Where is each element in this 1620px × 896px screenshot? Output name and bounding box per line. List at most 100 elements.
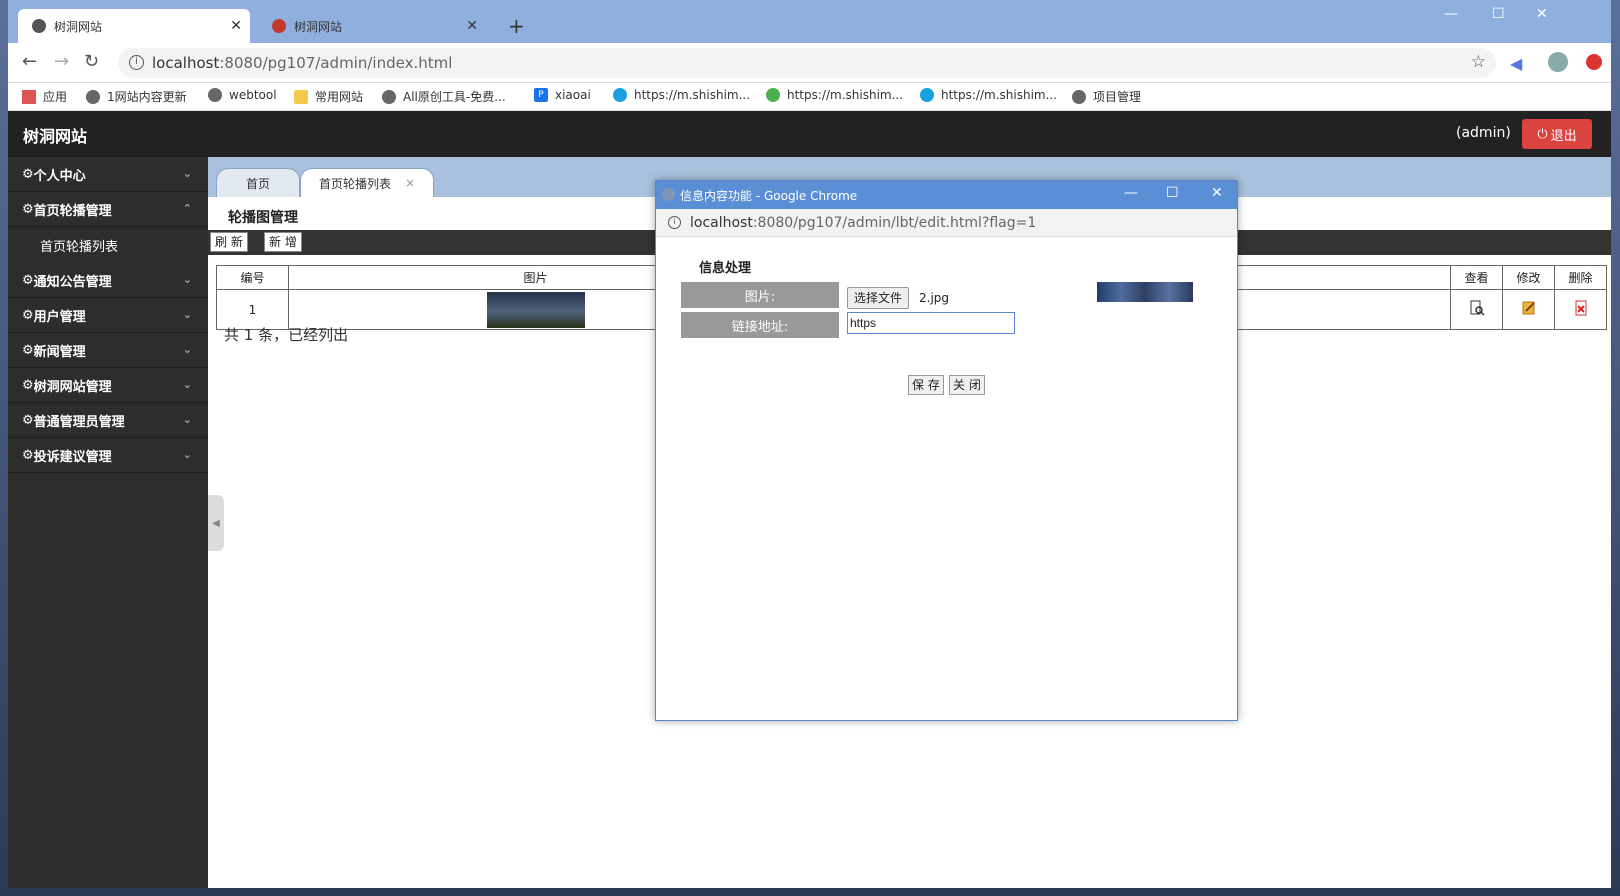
sidebar-group-label: 树洞网站管理 [33,379,112,395]
chevron-down-icon: ⌄ [182,378,192,391]
browser-tab-1[interactable]: 树洞网站 ✕ [18,9,250,43]
view-cell [1450,289,1503,330]
sidebar-group-complaints[interactable]: ⚙ 投诉建议管理 ⌄ [8,438,208,473]
column-header: 删除 [1554,265,1607,290]
maximize-icon[interactable]: ☐ [1492,6,1505,22]
folder-icon [294,89,308,104]
bookmark-label: https://m.shishim... [787,88,904,102]
close-icon[interactable]: × [405,176,415,190]
chevron-down-icon: ⌄ [182,167,192,180]
site-logo[interactable]: 树洞网站 [23,123,87,147]
sidebar-group-profile[interactable]: ⚙ 个人中心 ⌄ [8,157,208,192]
info-icon[interactable]: i [129,55,144,70]
edit-icon[interactable] [1521,300,1537,316]
sidebar-group-treehole[interactable]: ⚙ 树洞网站管理 ⌄ [8,368,208,403]
sidebar-toggle[interactable]: ◀ [208,495,224,551]
view-icon[interactable] [1469,300,1485,316]
url-field[interactable]: i localhost:8080/pg107/admin/index.html … [118,48,1496,78]
chevron-left-icon: ◀ [212,517,220,529]
update-icon[interactable] [1586,54,1602,70]
close-icon[interactable]: ✕ [230,18,242,34]
bookmark-item[interactable]: 项目管理 [1072,88,1141,105]
current-user: (admin) [1456,125,1511,141]
bookmark-item[interactable]: https://m.shishim... [920,88,1057,102]
sidebar-group-label: 投诉建议管理 [33,449,112,465]
sidebar-item-carousel-list[interactable]: 首页轮播列表 [8,227,208,263]
tab-label: 首页 [245,176,270,191]
maximize-icon[interactable]: ☐ [1166,185,1179,201]
window-close-icon[interactable]: ✕ [1211,185,1223,201]
bookmark-folder[interactable]: 常用网站 [294,88,363,105]
info-icon[interactable]: i [668,216,681,229]
form-heading: 信息处理 [699,261,752,276]
save-button[interactable]: 保 存 [908,375,944,395]
popup-title-bar: 信息内容功能 - Google Chrome — ☐ ✕ [656,181,1237,209]
minimize-icon[interactable]: — [1124,185,1138,201]
sidebar: ⚙ 个人中心 ⌄ ⚙ 首页轮播管理 ⌃ 首页轮播列表 ⚙ 通知公告管理 ⌄ ⚙ 用户管理 ⌄ ⚙… [8,157,208,888]
sidebar-item-label: 首页轮播列表 [40,239,119,255]
bookmark-label: 1网站内容更新 [107,90,187,104]
site-icon [272,19,286,33]
page-title: 轮播图管理 [228,210,298,226]
bookmark-label: xiaoai [555,88,591,102]
reload-icon[interactable]: ↻ [84,51,99,72]
bookmark-label: 应用 [43,90,68,104]
desktop: 树洞网站 ✕ 树洞网站 ✕ + — ☐ ✕ ← → ↻ i localhost:… [0,0,1620,896]
bookmark-item[interactable]: webtool [208,88,277,102]
sidebar-group-news[interactable]: ⚙ 新闻管理 ⌄ [8,333,208,368]
globe-icon [382,89,396,104]
sidebar-group-label: 个人中心 [33,168,86,184]
extension-icon[interactable]: ◀ [1510,54,1522,73]
back-icon[interactable]: ← [22,51,37,72]
browser-tab-title: 树洞网站 [294,19,343,34]
add-button[interactable]: 新 增 [264,232,302,252]
link-input[interactable]: https [847,312,1015,334]
gears-icon: ⚙ [22,272,34,288]
bookmark-label: https://m.shishim... [634,88,751,102]
sidebar-group-carousel[interactable]: ⚙ 首页轮播管理 ⌃ [8,192,208,227]
gears-icon: ⚙ [22,307,34,323]
refresh-button[interactable]: 刷 新 [210,232,248,252]
minimize-icon[interactable]: — [1444,6,1458,22]
chrome-icon [662,188,675,201]
p-icon: P [534,88,548,102]
window-close-icon[interactable]: ✕ [1536,6,1548,22]
bookmark-item[interactable]: 1网站内容更新 [86,88,187,105]
sidebar-group-label: 首页轮播管理 [33,203,112,219]
logout-button[interactable]: ⏻ 退出 [1522,119,1592,149]
delete-icon[interactable] [1573,300,1589,316]
url-host: localhost [690,214,753,231]
gears-icon: ⚙ [22,166,34,182]
file-name: 2.jpg [919,291,950,305]
chevron-down-icon: ⌄ [182,308,192,321]
gears-icon: ⚙ [22,201,34,217]
sidebar-group-users[interactable]: ⚙ 用户管理 ⌄ [8,298,208,333]
sidebar-group-label: 新闻管理 [33,344,86,360]
close-button[interactable]: 关 闭 [949,375,985,395]
bookmark-item[interactable]: https://m.shishim... [766,88,903,102]
bookmark-item[interactable]: Pxiaoai [534,88,591,102]
bookmark-item[interactable]: https://m.shishim... [613,88,750,102]
tab-label: 首页轮播列表 [319,176,392,191]
forward-icon[interactable]: → [54,51,69,72]
bookmark-apps[interactable]: 应用 [22,88,67,105]
carousel-thumbnail[interactable] [486,291,585,328]
new-tab-icon[interactable]: + [508,14,525,38]
popup-window: 信息内容功能 - Google Chrome — ☐ ✕ i localhost… [655,180,1238,721]
close-icon[interactable]: ✕ [466,18,478,34]
choose-file-button[interactable]: 选择文件 [847,287,910,309]
sidebar-group-notice[interactable]: ⚙ 通知公告管理 ⌄ [8,263,208,298]
tab-home[interactable]: 首页 [216,168,300,197]
chevron-up-icon: ⌃ [182,202,192,215]
url-path: :8080/pg107/admin/lbt/edit.html?flag=1 [752,214,1037,231]
popup-url-bar: i localhost:8080/pg107/admin/lbt/edit.ht… [656,209,1237,237]
browser-tab-2[interactable]: 树洞网站 ✕ [258,9,486,43]
avatar[interactable] [1548,52,1568,72]
sidebar-group-admins[interactable]: ⚙ 普通管理员管理 ⌄ [8,403,208,438]
star-icon[interactable]: ☆ [1471,52,1486,72]
gears-icon: ⚙ [22,447,34,463]
tab-carousel-list[interactable]: 首页轮播列表 × [300,168,435,197]
site-icon [613,88,627,102]
bookmark-item[interactable]: All原创工具-免费... [382,88,506,105]
column-header: 修改 [1502,265,1555,290]
